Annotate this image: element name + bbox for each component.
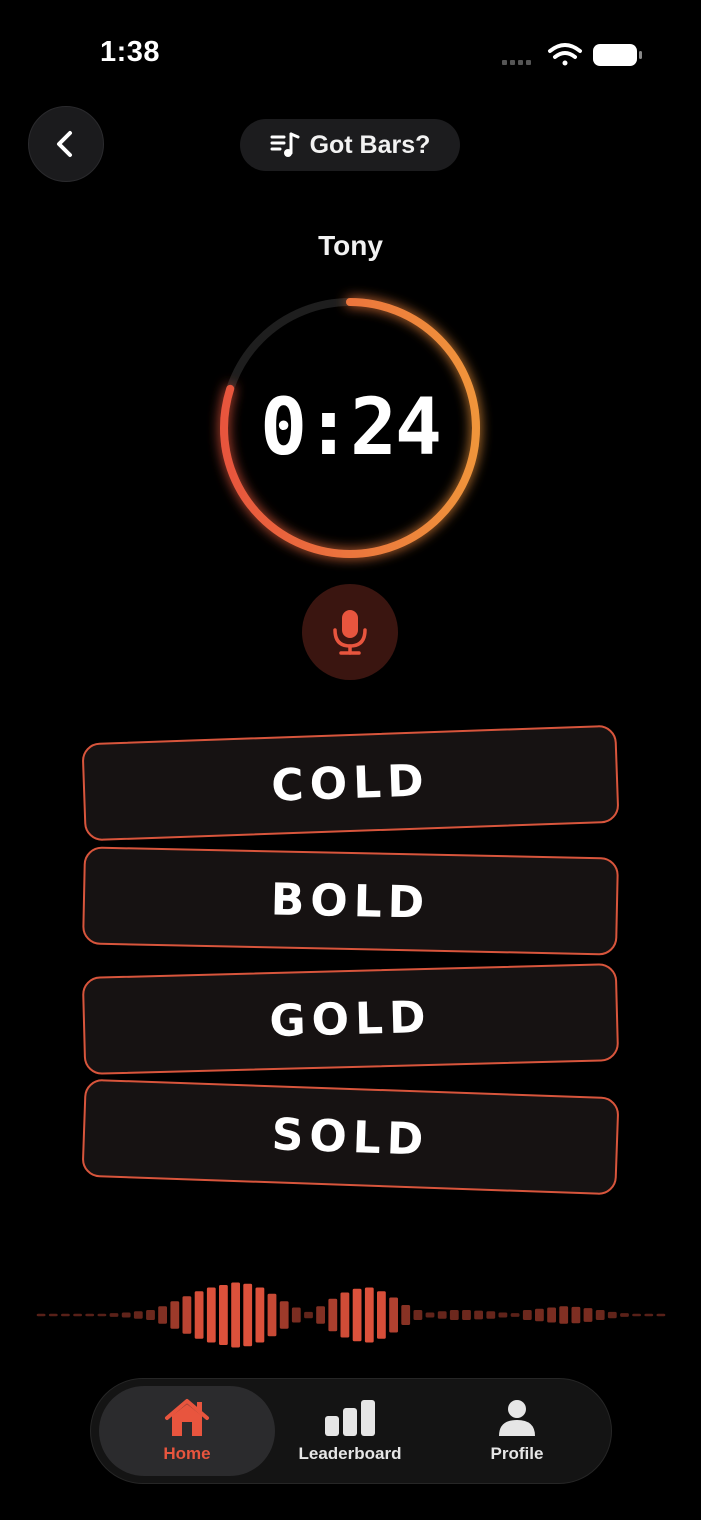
- waveform-bar: [255, 1287, 265, 1343]
- waveform-bar: [61, 1313, 70, 1317]
- waveform-bar: [632, 1313, 641, 1317]
- game-title-pill: Got Bars?: [240, 119, 460, 171]
- waveform-bar: [146, 1310, 155, 1320]
- waveform-bar: [158, 1306, 167, 1324]
- waveform-bar: [279, 1301, 289, 1329]
- waveform-bar: [291, 1307, 301, 1323]
- waveform-bar: [328, 1298, 338, 1332]
- waveform-bar: [182, 1296, 192, 1334]
- waveform-bar: [243, 1283, 253, 1347]
- waveform-bar: [535, 1308, 544, 1322]
- word-card-2[interactable]: BOLD: [82, 846, 619, 956]
- waveform-bar: [219, 1285, 228, 1345]
- tab-label: Profile: [490, 1444, 544, 1463]
- waveform-bar: [462, 1310, 471, 1320]
- waveform-bar: [559, 1306, 569, 1324]
- waveform-bar: [425, 1312, 435, 1318]
- waveform-bar: [413, 1310, 423, 1320]
- waveform-bar: [389, 1297, 398, 1333]
- word-card-3[interactable]: GOLD: [81, 963, 620, 1075]
- microphone-icon: [333, 610, 367, 655]
- back-button[interactable]: [28, 106, 104, 182]
- status-bar: 1:38: [0, 0, 701, 110]
- tab-home[interactable]: Home: [99, 1379, 275, 1483]
- waveform-bar: [377, 1291, 386, 1339]
- waveform-bar: [109, 1313, 119, 1317]
- waveform-bar: [522, 1310, 532, 1320]
- waveform-bar: [474, 1310, 483, 1320]
- house-icon: [165, 1399, 209, 1436]
- tab-profile[interactable]: Profile: [437, 1379, 597, 1483]
- waveform-bar: [352, 1288, 362, 1342]
- tab-leaderboard[interactable]: Leaderboard: [275, 1379, 425, 1483]
- word-label: BOLD: [270, 873, 431, 929]
- waveform-bar: [510, 1313, 520, 1317]
- player-name: Tony: [318, 230, 383, 261]
- waveform-bar: [607, 1311, 617, 1319]
- waveform-bar: [620, 1313, 629, 1317]
- waveform-bar: [595, 1310, 605, 1320]
- word-label: COLD: [270, 754, 431, 812]
- waveform-bar: [571, 1306, 581, 1324]
- page-title: Got Bars?: [309, 130, 431, 159]
- waveform-bar: [316, 1306, 325, 1324]
- waveform-bar: [304, 1311, 313, 1319]
- waveform-bar: [401, 1305, 411, 1325]
- waveform-bar: [133, 1311, 143, 1319]
- cellular-signal-icon: [502, 60, 531, 65]
- waveform-bar: [364, 1287, 374, 1343]
- waveform-bar: [486, 1311, 496, 1319]
- countdown-timer: 0:24: [200, 278, 500, 578]
- word-label: SOLD: [270, 1108, 431, 1166]
- status-icons: [502, 43, 642, 66]
- microphone-button[interactable]: [302, 584, 398, 680]
- timer-value: 0:24: [260, 383, 442, 473]
- waveform-bar: [231, 1282, 240, 1348]
- word-card-1[interactable]: COLD: [81, 724, 620, 842]
- waveform-bar: [206, 1287, 216, 1343]
- waveform-bar: [170, 1301, 180, 1329]
- status-time: 1:38: [100, 36, 161, 68]
- waveform-bar: [583, 1308, 593, 1322]
- waveform-bar: [498, 1312, 508, 1318]
- audio-waveform: [36, 1282, 666, 1348]
- waveform-bar: [547, 1307, 556, 1323]
- waveform-bar: [36, 1313, 46, 1317]
- waveform-bar: [340, 1292, 350, 1338]
- waveform-bar: [644, 1313, 654, 1317]
- tab-label: Leaderboard: [298, 1444, 402, 1463]
- bar-chart-icon: [325, 1400, 375, 1436]
- tab-bar: Home Leaderboard Profile: [90, 1378, 612, 1484]
- wifi-icon: [548, 43, 582, 66]
- waveform-bar: [449, 1310, 459, 1320]
- waveform-bar: [656, 1313, 666, 1317]
- waveform-bar: [437, 1311, 447, 1319]
- tab-label: Home: [163, 1444, 211, 1463]
- waveform-bar: [73, 1313, 82, 1317]
- waveform-bar: [85, 1313, 95, 1317]
- music-list-icon: [270, 132, 300, 157]
- waveform-bar: [194, 1291, 204, 1339]
- chevron-left-icon: [57, 131, 72, 157]
- word-label: GOLD: [268, 991, 433, 1047]
- battery-icon: [593, 44, 642, 66]
- person-icon: [499, 1400, 535, 1436]
- word-card-4[interactable]: SOLD: [81, 1078, 620, 1196]
- waveform-bar: [121, 1312, 131, 1318]
- waveform-bar: [97, 1313, 107, 1317]
- waveform-bar: [267, 1293, 277, 1337]
- waveform-bar: [48, 1313, 58, 1317]
